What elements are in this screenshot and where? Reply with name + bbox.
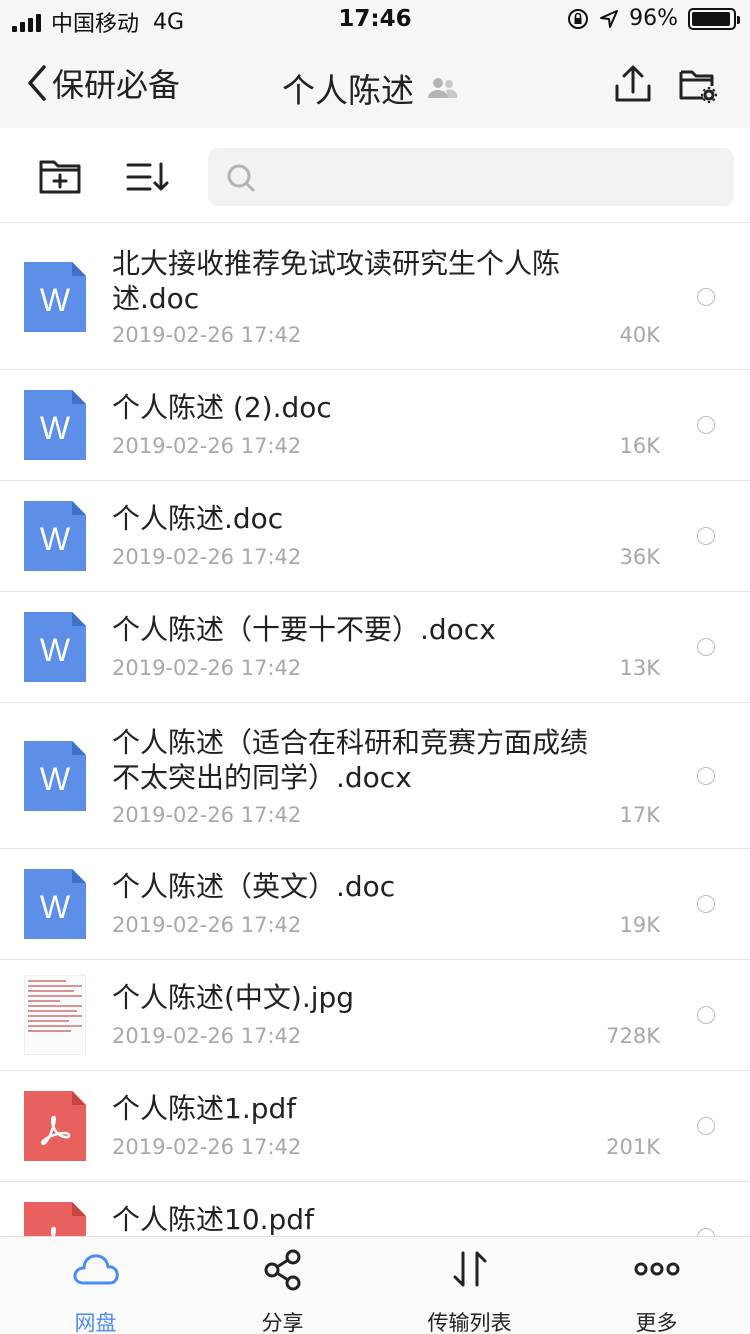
page-title: 个人陈述 <box>282 71 414 110</box>
file-name: 个人陈述（英文）.doc <box>112 870 396 903</box>
file-date: 2019-02-26 17:42 <box>112 323 302 347</box>
file-size: 16K <box>619 434 661 458</box>
word-file-icon: W <box>24 612 86 682</box>
new-folder-icon[interactable] <box>38 156 82 196</box>
back-button[interactable]: 保研必备 <box>26 60 180 106</box>
select-radio[interactable] <box>697 767 715 785</box>
select-radio[interactable] <box>697 288 715 306</box>
file-size: 40K <box>619 323 661 347</box>
tab-share[interactable]: 分享 <box>189 1237 376 1334</box>
select-radio[interactable] <box>697 1117 715 1135</box>
file-size: 17K <box>619 803 661 827</box>
status-right: 96% <box>567 6 740 31</box>
orientation-lock-icon <box>568 8 589 29</box>
file-row[interactable]: W 个人陈述.doc 2019-02-26 17:42 36K <box>0 481 750 592</box>
tab-bar: 网盘 分享 传输列表 更多 <box>0 1236 750 1334</box>
word-file-icon: W <box>24 262 86 332</box>
file-date: 2019-02-26 17:42 <box>112 434 302 458</box>
chevron-left-icon <box>28 65 46 101</box>
file-name: 个人陈述10.pdf <box>112 1203 314 1236</box>
file-name: 个人陈述（十要十不要）.docx <box>112 613 496 646</box>
select-radio[interactable] <box>697 638 715 656</box>
file-name: 个人陈述（适合在科研和竞赛方面成绩不太突出的同学）.docx <box>112 726 589 794</box>
search-icon <box>227 164 255 192</box>
tab-label: 传输列表 <box>427 1311 512 1334</box>
tab-label: 分享 <box>261 1311 304 1334</box>
more-icon <box>634 1262 679 1276</box>
file-size: 201K <box>606 1135 660 1159</box>
file-date: 2019-02-26 17:42 <box>112 913 302 937</box>
transfer-icon <box>453 1251 486 1287</box>
battery-icon <box>688 7 740 30</box>
file-date: 2019-02-26 17:42 <box>112 545 302 569</box>
file-date: 2019-02-26 17:42 <box>112 1024 302 1048</box>
word-file-icon: W <box>24 501 86 571</box>
battery-percent: 96% <box>629 6 678 31</box>
cloud-icon <box>73 1254 119 1285</box>
file-row[interactable]: W 个人陈述（英文）.doc 2019-02-26 17:42 19K <box>0 849 750 960</box>
file-row[interactable]: 个人陈述(中文).jpg 2019-02-26 17:42 728K <box>0 960 750 1071</box>
file-name: 个人陈述.doc <box>112 502 284 535</box>
select-radio[interactable] <box>697 527 715 545</box>
tab-netdisk[interactable]: 网盘 <box>2 1237 189 1334</box>
file-row[interactable]: W 个人陈述 (2).doc 2019-02-26 17:42 16K <box>0 370 750 481</box>
select-radio[interactable] <box>697 1006 715 1024</box>
file-name: 北大接收推荐免试攻读研究生个人陈述.doc <box>112 247 561 315</box>
location-icon <box>600 9 619 28</box>
file-size: 36K <box>619 545 661 569</box>
file-row[interactable]: W 个人陈述（十要十不要）.docx 2019-02-26 17:42 13K <box>0 592 750 703</box>
file-date: 2019-02-26 17:42 <box>112 803 302 827</box>
acrobat-icon <box>40 1115 71 1145</box>
select-radio[interactable] <box>697 895 715 913</box>
tab-more[interactable]: 更多 <box>563 1237 750 1334</box>
tab-transfer[interactable]: 传输列表 <box>376 1237 563 1334</box>
nav-actions <box>614 64 718 104</box>
file-row[interactable]: W 北大接收推荐免试攻读研究生个人陈述.doc 2019-02-26 17:42… <box>0 223 750 370</box>
file-list: W 北大接收推荐免试攻读研究生个人陈述.doc 2019-02-26 17:42… <box>0 223 750 1293</box>
file-size: 728K <box>606 1024 660 1048</box>
page-title-wrap: 个人陈述 <box>282 64 458 112</box>
back-label: 保研必备 <box>52 66 181 104</box>
word-file-icon: W <box>24 390 86 460</box>
tab-label: 更多 <box>635 1311 678 1334</box>
file-row[interactable]: 个人陈述1.pdf 2019-02-26 17:42 201K <box>0 1071 750 1182</box>
file-date: 2019-02-26 17:42 <box>112 656 302 680</box>
sort-icon[interactable] <box>126 162 170 192</box>
file-name: 个人陈述 (2).doc <box>112 391 332 424</box>
file-size: 19K <box>619 913 661 937</box>
status-bar: 中国移动 4G 17:46 96% <box>0 0 750 40</box>
pdf-file-icon <box>24 1091 86 1161</box>
file-row[interactable]: W 个人陈述（适合在科研和竞赛方面成绩不太突出的同学）.docx 2019-02… <box>0 703 750 849</box>
share-icon <box>264 1249 300 1291</box>
upload-icon[interactable] <box>614 64 652 104</box>
file-date: 2019-02-26 17:42 <box>112 1135 302 1159</box>
file-name: 个人陈述(中文).jpg <box>112 981 355 1014</box>
shared-users-icon <box>428 78 458 98</box>
nav-bar: 保研必备 个人陈述 <box>0 40 750 128</box>
word-file-icon: W <box>24 869 86 939</box>
toolbar <box>0 128 750 223</box>
search-input[interactable] <box>208 148 734 206</box>
folder-settings-icon[interactable] <box>678 64 718 104</box>
image-thumbnail <box>24 975 86 1055</box>
tab-label: 网盘 <box>74 1311 117 1334</box>
file-size: 13K <box>619 656 661 680</box>
file-name: 个人陈述1.pdf <box>112 1092 297 1125</box>
select-radio[interactable] <box>697 416 715 434</box>
word-file-icon: W <box>24 741 86 811</box>
